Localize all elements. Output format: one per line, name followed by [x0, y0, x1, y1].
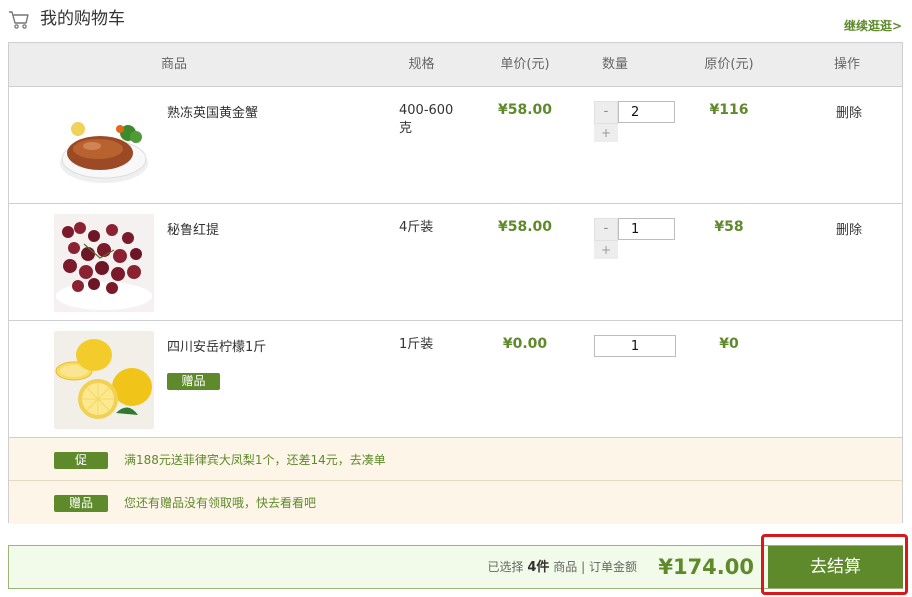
- selected-summary: 已选择 4件 商品 | 订单金额: [488, 546, 637, 588]
- cart-table: 商品 规格 单价(元) 数量 原价(元) 操作 熟冻英国黄金蟹 400-600克…: [8, 42, 903, 524]
- product-spec: 1斤装: [399, 337, 434, 352]
- product-spec: 400-600克: [399, 103, 454, 136]
- header-quantity: 数量: [601, 57, 628, 72]
- gift-badge: 赠品: [167, 373, 220, 390]
- unit-price: ¥58.00: [497, 102, 553, 118]
- product-image-lemon[interactable]: [54, 331, 154, 429]
- header-original-price: 原价(元): [704, 57, 754, 72]
- header-unit-price: 单价(元): [500, 57, 550, 72]
- unit-price: ¥58.00: [497, 219, 553, 235]
- increase-quantity-button[interactable]: +: [594, 241, 618, 259]
- original-price: ¥116: [709, 102, 749, 118]
- selected-suffix: 商品: [553, 560, 578, 574]
- table-row: 四川安岳柠檬1斤 赠品 1斤装 ¥0.00 ¥0: [9, 321, 902, 438]
- table-row: 秘鲁红提 4斤装 ¥58.00 - + ¥58 删除: [9, 204, 902, 321]
- original-price: ¥0: [719, 336, 739, 352]
- table-header: 商品 规格 单价(元) 数量 原价(元) 操作: [9, 43, 902, 87]
- gift-reminder-link[interactable]: 您还有赠品没有领取哦，快去看看吧: [124, 495, 316, 512]
- quantity-input[interactable]: [618, 218, 675, 240]
- delete-button[interactable]: 删除: [824, 102, 874, 121]
- product-image-crab[interactable]: [54, 97, 154, 195]
- order-total: ¥174.00: [658, 555, 754, 579]
- page-title: 我的购物车: [40, 9, 125, 29]
- increase-quantity-button[interactable]: +: [594, 124, 618, 142]
- product-name[interactable]: 秘鲁红提: [167, 219, 219, 238]
- gift-reminder-row: 赠品 您还有赠品没有领取哦，快去看看吧: [9, 481, 902, 524]
- selected-prefix: 已选择: [487, 560, 524, 574]
- promotion-link[interactable]: 满188元送菲律宾大凤梨1个，还差14元，去凑单: [124, 452, 386, 469]
- header-spec: 规格: [408, 57, 435, 72]
- header-action: 操作: [833, 57, 860, 72]
- checkout-button[interactable]: 去结算: [768, 546, 903, 588]
- product-spec: 4斤装: [399, 220, 434, 235]
- decrease-quantity-button[interactable]: -: [594, 101, 618, 124]
- product-name[interactable]: 四川安岳柠檬1斤: [167, 336, 266, 355]
- table-row: 熟冻英国黄金蟹 400-600克 ¥58.00 - + ¥116 删除: [9, 87, 902, 204]
- promotion-tag: 促: [54, 452, 108, 469]
- cart-header: 我的购物车 继续逛逛>: [8, 8, 904, 34]
- decrease-quantity-button[interactable]: -: [594, 218, 618, 241]
- promotion-row: 促 满188元送菲律宾大凤梨1个，还差14元，去凑单: [9, 438, 902, 481]
- shopping-cart-icon: [9, 11, 29, 29]
- unit-price: ¥0.00: [502, 336, 548, 352]
- separator: |: [581, 560, 586, 574]
- selected-count: 4件: [527, 560, 550, 575]
- quantity-input[interactable]: [594, 335, 676, 357]
- product-image-grapes[interactable]: [54, 214, 154, 312]
- delete-button[interactable]: 删除: [824, 219, 874, 238]
- quantity-input[interactable]: [618, 101, 675, 123]
- header-product: 商品: [160, 57, 187, 72]
- original-price: ¥58: [714, 219, 744, 235]
- product-name[interactable]: 熟冻英国黄金蟹: [167, 102, 258, 121]
- gift-tag: 赠品: [54, 495, 108, 512]
- continue-shopping-link[interactable]: 继续逛逛>: [844, 17, 902, 34]
- order-amount-label: 订单金额: [588, 560, 637, 574]
